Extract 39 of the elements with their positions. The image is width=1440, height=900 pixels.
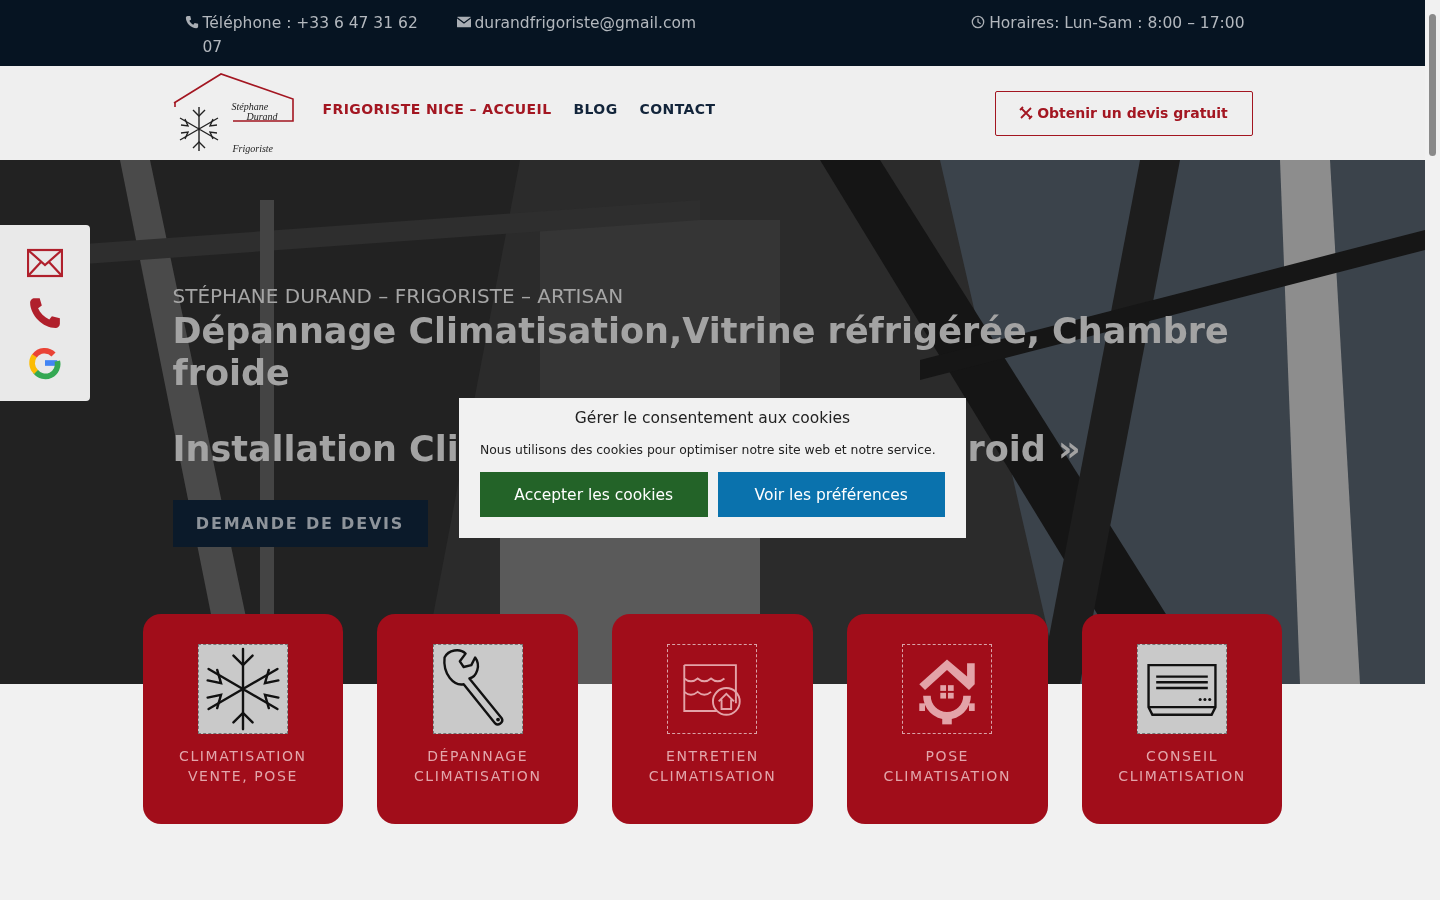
envelope-icon [456, 15, 471, 29]
phone-icon[interactable] [27, 296, 63, 330]
dialog-text: Nous utilisons des cookies pour optimiser notre site web et notre service. [480, 442, 937, 458]
quote-request-button[interactable]: DEMANDE DE DEVIS [172, 500, 428, 547]
dialog-title: Gérer le consentement aux cookies [573, 408, 852, 428]
service-title: CLIMATISATION VENTE, POSE [178, 747, 308, 786]
scrollbar[interactable] [1425, 0, 1440, 900]
service-title: CONSEIL CLIMATISATION [1117, 747, 1247, 786]
hero-subtitle: roid » [967, 428, 1081, 470]
google-icon[interactable] [27, 346, 63, 380]
hero-tagline: STÉPHANE DURAND – FRIGORISTE – ARTISAN [172, 284, 625, 308]
logo-text: Durand [246, 111, 278, 122]
logo-text: Frigoriste [232, 143, 274, 154]
envelope-icon[interactable] [27, 246, 63, 280]
nav-link[interactable]: CONTACT [639, 101, 716, 117]
service-card[interactable]: POSE CLIMATISATION [846, 614, 1048, 824]
service-card[interactable]: ENTRETIEN CLIMATISATION [612, 614, 813, 824]
logo-drawing[interactable] [172, 73, 295, 153]
service-title: POSE CLIMATISATION [882, 747, 1013, 786]
service-card[interactable]: DÉPANNAGE CLIMATISATION [377, 614, 579, 824]
clock-icon [971, 15, 986, 29]
quote-button[interactable]: Obtenir un devis gratuit [994, 90, 1253, 136]
cookie-button[interactable]: Voir les préférences [717, 472, 945, 517]
phone-icon [184, 15, 199, 29]
hero-subtitle: Installation Cli [172, 428, 459, 470]
nav-link[interactable]: FRIGORISTE NICE – ACCUEIL [322, 101, 552, 117]
hero-title: Dépannage Climatisation,Vitrine réfrigérée, Chambre froide [172, 310, 1230, 394]
cookie-button[interactable]: Accepter les cookies [480, 472, 708, 517]
phone-number[interactable]: Téléphone : +33 6 47 31 62 07 [202, 11, 419, 59]
email-link[interactable]: durandfrigoriste@gmail.com [474, 11, 697, 35]
service-card[interactable]: CONSEIL CLIMATISATION [1081, 614, 1283, 824]
opening-hours: Horaires: Lun-Sam : 8:00 – 17:00 [989, 13, 1245, 34]
service-card[interactable]: CLIMATISATION VENTE, POSE [142, 614, 344, 824]
logo-text: Stéphane [231, 101, 269, 112]
service-title: ENTRETIEN CLIMATISATION [647, 747, 778, 786]
tools-icon [1019, 106, 1034, 120]
nav-link[interactable]: BLOG [573, 101, 618, 117]
scroll-thumb[interactable] [1429, 14, 1436, 156]
service-title: DÉPANNAGE CLIMATISATION [412, 747, 543, 786]
